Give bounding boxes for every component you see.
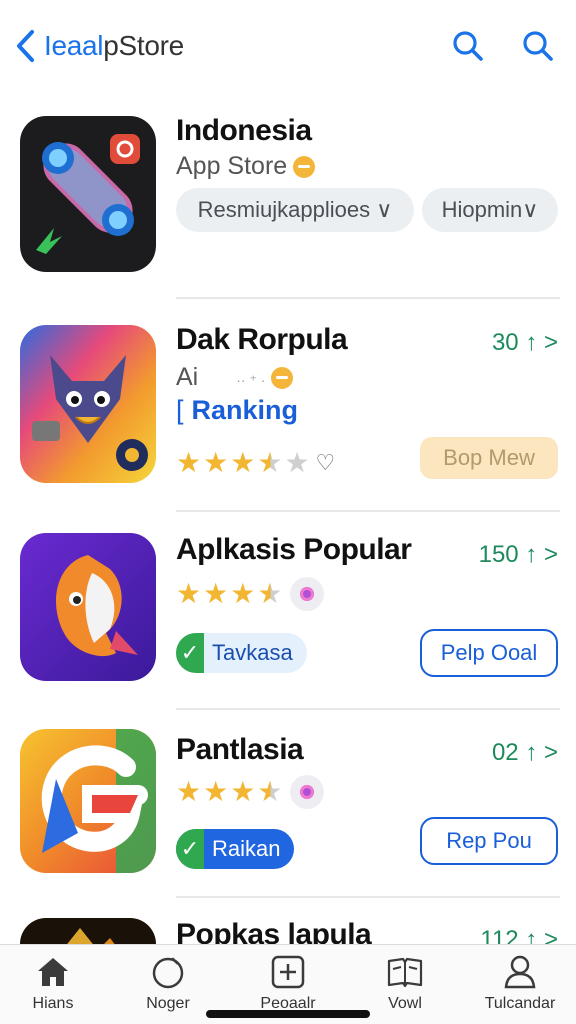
person-icon <box>504 955 536 989</box>
divider <box>176 297 560 299</box>
check-icon: ✓ <box>176 633 204 673</box>
home-indicator[interactable] <box>206 1010 370 1018</box>
app-icon[interactable] <box>20 325 156 483</box>
book-icon <box>387 957 423 988</box>
star-half-icon: ★ <box>257 447 283 478</box>
rank-count[interactable]: 02 ↑ > <box>492 739 558 767</box>
star-icon: ★ <box>230 447 256 478</box>
nav-item-noger[interactable]: Noger <box>118 953 218 1013</box>
app-subtitle: App Store <box>176 152 316 181</box>
app-title: Dak Rorpula <box>176 323 348 356</box>
app-icon[interactable] <box>20 729 156 873</box>
rank-count[interactable]: 150 ↑ > <box>479 541 558 569</box>
search-icon[interactable] <box>520 28 556 64</box>
heart-icon[interactable]: ♡ <box>316 450 336 476</box>
star-icon: ★ <box>230 776 256 807</box>
open-button[interactable]: Rep Pou <box>420 817 558 865</box>
rating-stars: ★ ★ ★ ★ <box>176 577 325 611</box>
star-icon: ★ <box>203 776 229 807</box>
star-half-icon: ★ <box>257 578 283 609</box>
star-empty-icon: ★ <box>284 447 310 478</box>
divider <box>176 896 560 898</box>
category-tag[interactable]: ✓ Tavkasa <box>176 633 307 673</box>
app-icon[interactable] <box>20 533 156 681</box>
ranking-label[interactable]: [Ranking <box>176 395 298 426</box>
filter-dropdown[interactable]: Resmiujkapplioes ∨ <box>176 188 414 232</box>
rank-count[interactable]: 30 ↑ > <box>492 329 558 357</box>
star-icon: ★ <box>230 578 256 609</box>
filter-dropdown[interactable]: Hiopmin∨ <box>422 188 558 232</box>
badge-icon <box>271 367 294 390</box>
star-icon: ★ <box>176 578 202 609</box>
flower-icon <box>290 775 325 809</box>
badge-icon <box>293 156 316 179</box>
search-icon[interactable] <box>450 28 486 64</box>
nav-item-home[interactable]: Hians <box>3 953 103 1013</box>
app-title: Aplkasis Popular <box>176 533 412 566</box>
star-icon: ★ <box>176 776 202 807</box>
page-title: IeaalpStore <box>44 30 184 61</box>
rating-stars: ★ ★ ★ ★ <box>176 775 325 809</box>
plus-square-icon <box>271 955 305 989</box>
app-title: Indonesia <box>176 114 312 147</box>
divider <box>176 708 560 710</box>
app-title: Pantlasia <box>176 733 304 766</box>
star-icon: ★ <box>176 447 202 478</box>
category-tag[interactable]: ✓ Raikan <box>176 829 295 869</box>
check-icon: ✓ <box>176 829 204 869</box>
view-button[interactable]: Bop Mew <box>420 437 558 479</box>
top-bar: IeaalpStore <box>0 0 576 96</box>
star-icon: ★ <box>203 578 229 609</box>
circle-icon <box>152 957 184 989</box>
app-icon[interactable] <box>20 116 156 272</box>
star-icon: ★ <box>203 447 229 478</box>
home-icon <box>38 958 68 986</box>
rating-stars: ★ ★ ★ ★ ★ ♡ <box>176 449 335 477</box>
divider <box>176 510 560 512</box>
app-subtitle: Ai ·· ⁺ · <box>176 363 294 392</box>
nav-item-vowl[interactable]: Vowl <box>355 953 455 1013</box>
nav-item-peoaalr[interactable]: Peoaalr <box>238 953 338 1013</box>
star-half-icon: ★ <box>257 776 283 807</box>
nav-item-tulcandar[interactable]: Tulcandar <box>470 953 570 1013</box>
back-button[interactable] <box>14 28 36 64</box>
chevron-left-icon <box>17 30 34 62</box>
flower-icon <box>290 577 325 611</box>
open-button[interactable]: Pelp Ooal <box>420 629 558 677</box>
